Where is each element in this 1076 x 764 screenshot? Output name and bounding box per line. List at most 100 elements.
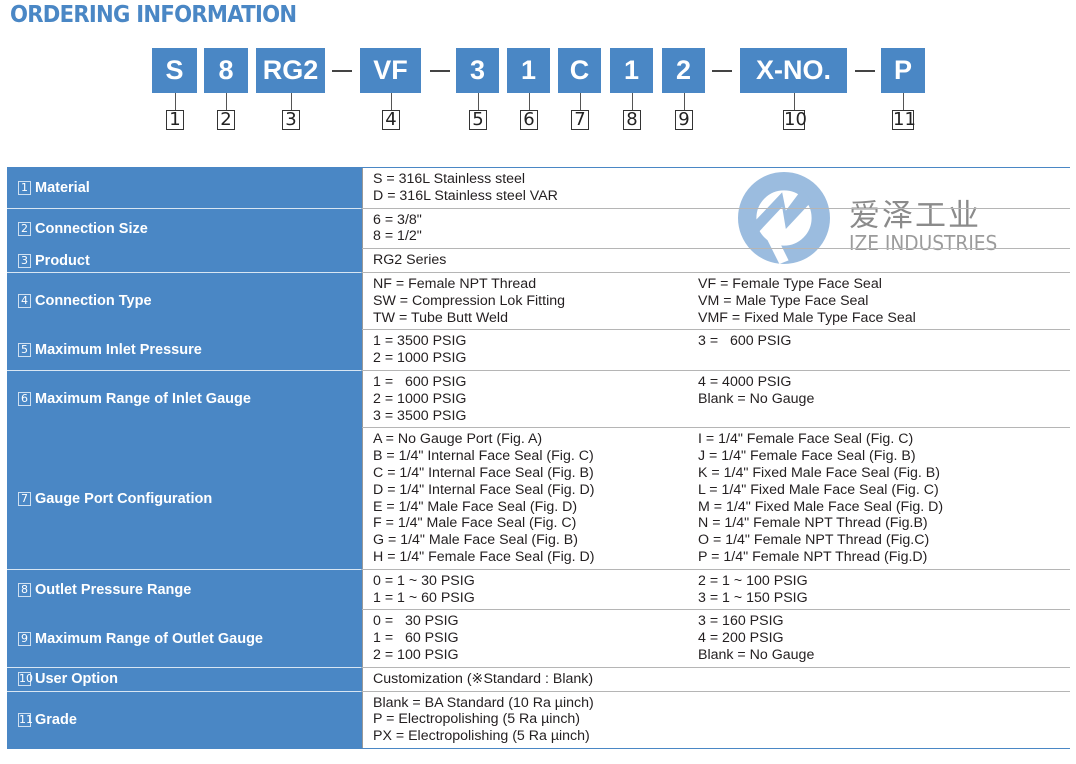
values-col1: NF = Female NPT Thread SW = Compression L… bbox=[373, 276, 698, 326]
option-line: C = 1/4" Internal Face Seal (Fig. B) bbox=[373, 464, 594, 481]
code-connector bbox=[794, 93, 795, 110]
values-col1: 1 = 3500 PSIG 2 = 1000 PSIG bbox=[373, 333, 698, 367]
row-index-badge: 4 bbox=[18, 294, 31, 309]
values-col2: VF = Female Type Face Seal VM = Male Type… bbox=[698, 276, 1070, 326]
values-col2 bbox=[698, 252, 1070, 269]
values-col2: 3 = 160 PSIG 4 = 200 PSIG Blank = No Gauge bbox=[698, 613, 1070, 663]
option-line: 2 = 100 PSIG bbox=[373, 646, 459, 663]
row-label-text: Connection Type bbox=[35, 293, 152, 310]
code-index-badge: 9 bbox=[675, 110, 693, 130]
code-separator bbox=[855, 70, 875, 72]
code-segment: 3 bbox=[456, 48, 499, 93]
option-line: RG2 Series bbox=[373, 252, 447, 269]
ordering-table: 1 Material S = 316L Stainless steel D = 316… bbox=[7, 167, 1070, 749]
row-label: 9 Maximum Range of Outlet Gauge bbox=[7, 610, 362, 669]
row-label: 6 Maximum Range of Inlet Gauge bbox=[7, 370, 362, 429]
row-values: 0 = 30 PSIG 1 = 60 PSIG 2 = 100 PSIG 3 = 16… bbox=[362, 610, 1070, 667]
table-row: 4 Connection Type NF = Female NPT Thread SW… bbox=[7, 272, 1070, 331]
option-line: 0 = 1 ~ 30 PSIG bbox=[373, 572, 475, 589]
option-line: 3 = 160 PSIG bbox=[698, 613, 784, 630]
row-values: 1 = 3500 PSIG 2 = 1000 PSIG 3 = 600 PSIG bbox=[362, 330, 1070, 370]
row-index-badge: 2 bbox=[18, 221, 31, 236]
option-line: VM = Male Type Face Seal bbox=[698, 292, 869, 309]
code-connector bbox=[903, 93, 904, 110]
table-row: 7 Gauge Port Configuration A = No Gauge Po… bbox=[7, 428, 1070, 571]
row-label: 5 Maximum Inlet Pressure bbox=[7, 330, 362, 372]
values-col2: 2 = 1 ~ 100 PSIG 3 = 1 ~ 150 PSIG bbox=[698, 573, 1070, 607]
row-values: 0 = 1 ~ 30 PSIG 1 = 1 ~ 60 PSIG 2 = 1 ~ 10… bbox=[362, 569, 1070, 610]
code-segment: 2 bbox=[662, 48, 705, 93]
option-line: TW = Tube Butt Weld bbox=[373, 309, 508, 326]
row-index-badge: 9 bbox=[18, 631, 31, 646]
option-line: Blank = No Gauge bbox=[698, 646, 815, 663]
option-line: 4 = 200 PSIG bbox=[698, 630, 784, 647]
row-index-badge: 10 bbox=[18, 672, 33, 687]
row-index-badge: 11 bbox=[18, 712, 33, 727]
option-line: VMF = Fixed Male Type Face Seal bbox=[698, 309, 916, 326]
option-line: G = 1/4" Male Face Seal (Fig. B) bbox=[373, 532, 578, 549]
code-segment: RG2 bbox=[256, 48, 325, 93]
row-label: 8 Outlet Pressure Range bbox=[7, 569, 362, 611]
row-label-text: Product bbox=[35, 252, 90, 269]
code-separator bbox=[332, 70, 352, 72]
code-index-badge: 6 bbox=[520, 110, 538, 130]
option-line: PX = Electropolishing (5 Ra µinch) bbox=[373, 728, 590, 745]
code-index-badge: 4 bbox=[382, 110, 400, 130]
option-line: 3 = 3500 PSIG bbox=[373, 407, 467, 424]
row-label-text: Gauge Port Configuration bbox=[35, 490, 213, 507]
option-line: 2 = 1000 PSIG bbox=[373, 390, 467, 407]
values-col2 bbox=[698, 171, 1070, 205]
row-values: 1 = 600 PSIG 2 = 1000 PSIG 3 = 3500 PSIG 4 … bbox=[362, 370, 1070, 428]
option-line: K = 1/4" Fixed Male Face Seal (Fig. B) bbox=[698, 464, 940, 481]
values-col1: 1 = 600 PSIG 2 = 1000 PSIG 3 = 3500 PSIG bbox=[373, 374, 698, 424]
option-line: Blank = BA Standard (10 Ra µinch) bbox=[373, 694, 594, 711]
values-col2: I = 1/4" Female Face Seal (Fig. C) J = 1/… bbox=[698, 431, 1070, 565]
option-line: 1 = 1 ~ 60 PSIG bbox=[373, 589, 475, 606]
row-index-badge: 7 bbox=[18, 491, 31, 506]
code-separator bbox=[430, 70, 450, 72]
option-line: Customization (※Standard : Blank) bbox=[373, 670, 594, 687]
code-separator bbox=[712, 70, 732, 72]
row-label-text: Maximum Range of Outlet Gauge bbox=[35, 630, 263, 647]
code-connector bbox=[684, 93, 685, 110]
code-connector bbox=[529, 93, 530, 110]
values-col1: 6 = 3/8" 8 = 1/2" bbox=[373, 212, 698, 246]
option-line: H = 1/4" Female Face Seal (Fig. D) bbox=[373, 548, 595, 565]
option-line: P = Electropolishing (5 Ra µinch) bbox=[373, 711, 581, 728]
row-label-text: Grade bbox=[35, 711, 77, 728]
code-segment: P bbox=[881, 48, 925, 93]
option-line: 1 = 600 PSIG bbox=[373, 373, 467, 390]
option-line: N = 1/4" Female NPT Thread (Fig.B) bbox=[698, 515, 928, 532]
option-line: Blank = No Gauge bbox=[698, 390, 815, 407]
row-label-text: Maximum Range of Inlet Gauge bbox=[35, 391, 251, 408]
values-col1: Customization (※Standard : Blank) bbox=[373, 671, 698, 688]
code-connector bbox=[391, 93, 392, 110]
option-line: P = 1/4" Female NPT Thread (Fig.D) bbox=[698, 548, 928, 565]
code-connector bbox=[226, 93, 227, 110]
code-segment: X-NO. bbox=[740, 48, 847, 93]
option-line: 4 = 4000 PSIG bbox=[698, 373, 792, 390]
option-line: D = 316L Stainless steel VAR bbox=[373, 187, 558, 204]
option-line: 2 = 1 ~ 100 PSIG bbox=[698, 572, 808, 589]
row-index-badge: 8 bbox=[18, 582, 31, 597]
row-values: NF = Female NPT Thread SW = Compression L… bbox=[362, 272, 1070, 330]
table-row: 11 Grade Blank = BA Standard (10 Ra µinch)… bbox=[7, 691, 1070, 748]
values-col1: RG2 Series bbox=[373, 252, 698, 269]
code-connector bbox=[580, 93, 581, 110]
code-index-badge: 8 bbox=[623, 110, 641, 130]
option-line: 0 = 30 PSIG bbox=[373, 613, 459, 630]
row-label: 4 Connection Type bbox=[7, 272, 362, 331]
code-index-badge: 2 bbox=[217, 110, 235, 130]
option-line: 2 = 1000 PSIG bbox=[373, 350, 467, 367]
row-label: 7 Gauge Port Configuration bbox=[7, 428, 362, 571]
values-col2 bbox=[698, 671, 1070, 688]
row-label: 1 Material bbox=[7, 168, 362, 210]
table-row: 8 Outlet Pressure Range 0 = 1 ~ 30 PSIG 1 =… bbox=[7, 569, 1070, 611]
row-label-text: Maximum Inlet Pressure bbox=[35, 342, 202, 359]
code-index-badge: 10 bbox=[783, 109, 807, 130]
values-col2 bbox=[698, 695, 1070, 745]
row-values: Customization (※Standard : Blank) bbox=[362, 667, 1070, 691]
code-index-badge: 11 bbox=[892, 109, 916, 130]
code-segment: 1 bbox=[507, 48, 550, 93]
code-index-badge: 5 bbox=[469, 110, 487, 130]
